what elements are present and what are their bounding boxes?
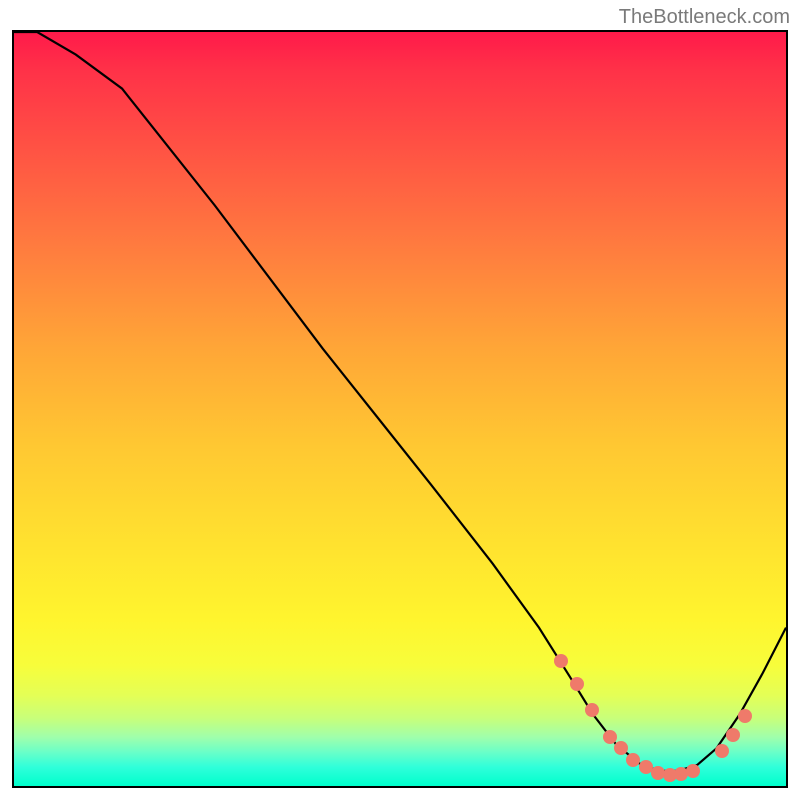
curve-dot xyxy=(626,753,640,767)
curve-dot xyxy=(715,744,729,758)
curve-path xyxy=(14,32,786,771)
curve-dot xyxy=(554,654,568,668)
curve-dot xyxy=(603,730,617,744)
curve-line-svg xyxy=(14,32,786,786)
curve-dot xyxy=(614,741,628,755)
curve-dot xyxy=(570,677,584,691)
curve-dot xyxy=(738,709,752,723)
curve-dot xyxy=(585,703,599,717)
watermark-text: TheBottleneck.com xyxy=(619,6,790,29)
chart-container xyxy=(12,30,788,788)
curve-dot xyxy=(686,764,700,778)
curve-dot xyxy=(726,728,740,742)
